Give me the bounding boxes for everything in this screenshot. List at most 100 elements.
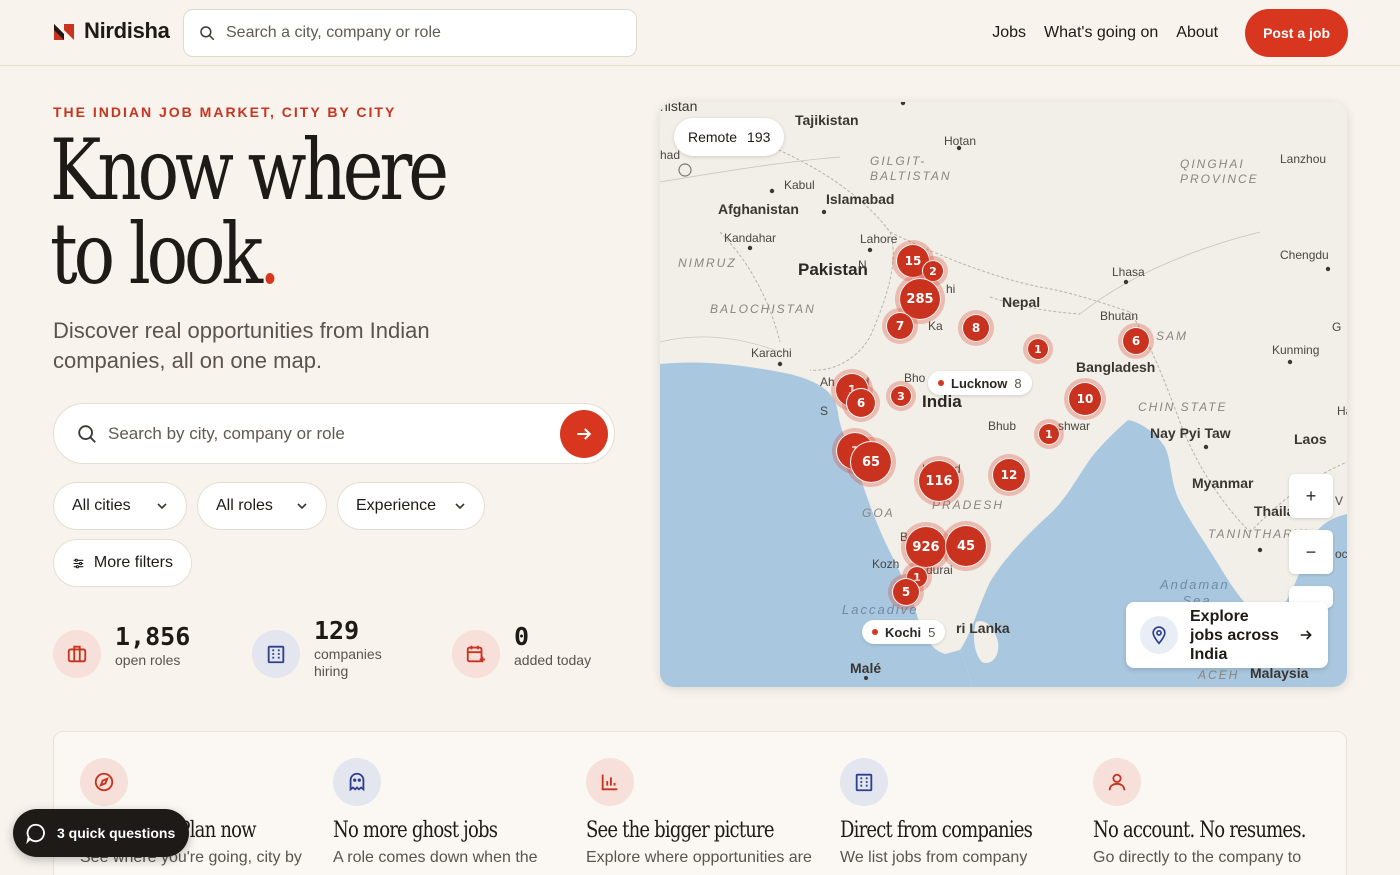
headline-line-2-text: to look (50, 205, 263, 303)
calendar-plus-icon (452, 630, 500, 678)
feature-title: No more ghost jobs (333, 818, 498, 843)
hero-search-input[interactable]: Search by city, company or role (53, 403, 615, 464)
map-label-chengdu: Chengdu (1280, 248, 1329, 262)
city-dot (938, 380, 944, 386)
post-job-button[interactable]: Post a job (1245, 9, 1348, 57)
map-label-city: G (1332, 320, 1342, 334)
header-search-input[interactable]: Search a city, company or role (183, 9, 637, 57)
city-chip-lucknow[interactable]: Lucknow 8 (928, 371, 1032, 395)
search-icon (200, 26, 215, 41)
filter-cities[interactable]: All cities (53, 482, 187, 530)
building-icon (252, 630, 300, 678)
map-label-male: Malé (850, 660, 882, 676)
features-panel: Plan now See where you're going, city by… (53, 731, 1347, 875)
map-label-nay-pyi-taw: Nay Pyi Taw (1150, 425, 1231, 441)
hero-search-placeholder: Search by city, company or role (108, 423, 345, 443)
job-cluster-marker[interactable]: 45 (945, 525, 987, 567)
filter-experience[interactable]: Experience (337, 482, 485, 530)
map-label-lahore: Lahore (860, 232, 898, 246)
nav-about[interactable]: About (1176, 24, 1218, 42)
main-nav: Jobs What's going on About Post a job (992, 9, 1348, 57)
feature-desc: We list jobs from company (840, 849, 1028, 866)
map-label-city: S (820, 404, 829, 418)
map-label-balochistan: BALOCHISTAN (710, 302, 816, 316)
map-label-sri-lanka: ri Lanka (956, 620, 1010, 636)
chat-bubble-icon (26, 823, 45, 844)
bar-chart-icon (586, 758, 634, 806)
more-filters-label: More filters (93, 554, 173, 571)
remote-label: Remote (688, 129, 738, 145)
job-cluster-marker[interactable]: 116 (918, 460, 960, 502)
search-icon (78, 424, 96, 443)
hero-headline: Know where to look. (50, 121, 449, 296)
arrow-right-icon (577, 427, 592, 440)
city-chip-count: 5 (928, 624, 936, 640)
job-cluster-marker[interactable]: 12 (992, 458, 1026, 492)
stat-added-today: 0 added today (452, 622, 591, 678)
feature-bigger-picture: See the bigger picture Explore where opp… (586, 758, 816, 867)
top-bar: Nirdisha Search a city, company or role … (0, 0, 1400, 66)
feature-title: No account. No resumes. (1093, 818, 1306, 843)
remote-count: 193 (747, 129, 771, 145)
map-label-city: Ka (928, 319, 943, 333)
map-label-bhutan: Bhutan (1100, 309, 1139, 323)
city-dot (872, 629, 878, 635)
stat-open-roles-caption: open roles (115, 652, 181, 668)
feature-desc: A role comes down when the (333, 849, 538, 866)
brand[interactable]: Nirdisha (52, 18, 170, 44)
explore-jobs-button[interactable]: Explore jobs across India (1126, 602, 1328, 668)
hero-eyebrow: THE INDIAN JOB MARKET, CITY BY CITY (53, 104, 397, 120)
jobs-map[interactable]: nistan Tajikistan Hotan GILGIT- BALTISTAN… (660, 102, 1347, 687)
job-cluster-marker[interactable]: 7 (886, 312, 914, 340)
map-label-lhasa: Lhasa (1112, 265, 1145, 279)
chevron-down-icon (455, 503, 465, 510)
map-label-city: N (858, 258, 867, 272)
map-label-chin-state: CHIN STATE (1138, 400, 1228, 414)
job-cluster-marker[interactable]: 926 (905, 526, 947, 568)
map-label-city: Lanzhou (1280, 152, 1327, 166)
headline-line-1: Know where (50, 121, 449, 219)
stat-companies-value: 129 (314, 616, 360, 645)
job-cluster-marker[interactable]: 3 (890, 385, 912, 407)
quick-questions-button[interactable]: 3 quick questions (13, 809, 190, 857)
zoom-out-button[interactable]: − (1289, 530, 1333, 574)
feature-no-ghost-jobs: No more ghost jobs A role comes down whe… (333, 758, 563, 867)
map-label-city: SAM (1156, 329, 1189, 343)
stat-added-today-caption: added today (514, 652, 592, 668)
map-label-kandahar: Kandahar (724, 231, 777, 245)
feature-desc: Go directly to the company to (1093, 849, 1302, 866)
feature-direct-from-companies: Direct from companies We list jobs from … (840, 758, 1070, 867)
map-label-city: shwar (1058, 419, 1091, 433)
map-label-city: nistan (660, 102, 698, 114)
more-filters-button[interactable]: More filters (53, 539, 192, 587)
job-cluster-marker[interactable]: 8 (962, 314, 990, 342)
job-cluster-marker[interactable]: 6 (1122, 327, 1150, 355)
job-cluster-marker[interactable]: 6 (846, 388, 876, 418)
feature-no-account: No account. No resumes. Go directly to t… (1093, 758, 1323, 867)
map-label-kabul: Kabul (784, 178, 815, 192)
zoom-in-button[interactable]: + (1289, 474, 1333, 518)
search-submit-button[interactable] (560, 409, 608, 458)
job-cluster-marker[interactable]: 5 (892, 578, 920, 606)
map-label-aceh: ACEH (1198, 668, 1240, 682)
map-label-city: oc (1335, 547, 1347, 561)
ghost-icon (333, 758, 381, 806)
logo-icon (54, 24, 74, 40)
nav-jobs[interactable]: Jobs (992, 24, 1026, 42)
map-label-city: Bhub (988, 419, 1017, 433)
city-chip-kochi[interactable]: Kochi 5 (862, 620, 946, 644)
job-cluster-marker[interactable]: 10 (1068, 382, 1102, 416)
map-pin-icon (1140, 616, 1178, 654)
chevron-down-icon (157, 503, 167, 510)
job-cluster-marker[interactable]: 1 (1027, 338, 1049, 360)
nav-whats-going-on[interactable]: What's going on (1044, 24, 1158, 42)
filter-roles[interactable]: All roles (197, 482, 327, 530)
building-icon (840, 758, 888, 806)
job-cluster-marker[interactable]: 1 (1038, 423, 1060, 445)
map-label-city: V (1335, 494, 1344, 508)
city-chip-name: Lucknow (951, 375, 1008, 391)
map-label-city: Ha (1337, 404, 1347, 418)
user-icon (1093, 758, 1141, 806)
remote-jobs-chip[interactable]: Remote 193 (674, 118, 785, 156)
job-cluster-marker[interactable]: 65 (850, 441, 892, 483)
